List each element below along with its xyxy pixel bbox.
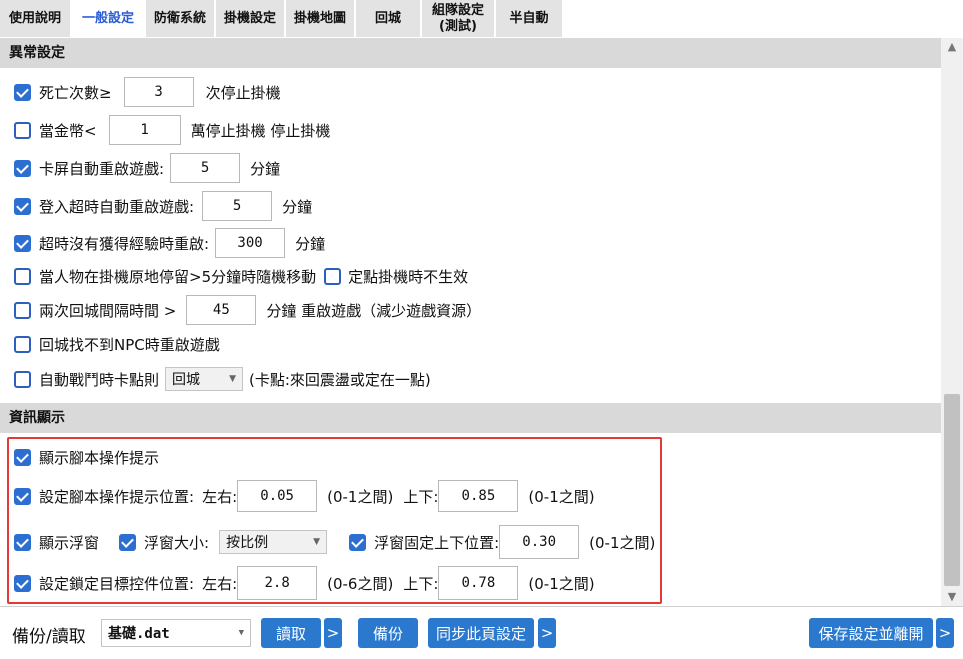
chevron-down-icon: ▼ (229, 374, 237, 384)
read-more-button[interactable]: > (324, 618, 342, 648)
sync-page-button[interactable]: 同步此頁設定 (428, 618, 534, 648)
fixed-point-label: 定點掛機時不生效 (348, 267, 469, 286)
idle-move-checkbox[interactable] (14, 267, 31, 285)
gold-row: 當金幣< 1 萬停止掛機 停止掛機 (14, 114, 330, 146)
backup-button[interactable]: 備份 (358, 618, 418, 648)
no-exp-label: 超時沒有獲得經驗時重啟: (39, 234, 210, 253)
stuck-restart-input[interactable]: 5 (170, 153, 241, 183)
no-exp-checkbox[interactable] (14, 234, 31, 252)
tab-afk-map[interactable]: 掛機地圖 (286, 0, 354, 37)
tab-defense-system[interactable]: 防衛系統 (146, 0, 214, 37)
no-exp-suffix: 分鐘 (295, 234, 326, 253)
login-timeout-input[interactable]: 5 (202, 191, 273, 221)
stuck-restart-row: 卡屏自動重啟遊戲: 5 分鐘 (14, 152, 280, 184)
tab-party-settings[interactable]: 組隊設定 (測試) (422, 0, 494, 37)
combat-stuck-suffix: (卡點:來回震盪或定在一點) (249, 370, 431, 389)
read-button[interactable]: 讀取 (261, 618, 321, 648)
idle-move-label: 當人物在掛機原地停留>5分鐘時隨機移動 (39, 267, 317, 286)
town-interval-label: 兩次回城間隔時間 > (39, 301, 177, 320)
scrollbar-thumb[interactable] (944, 394, 960, 586)
highlight-box (7, 437, 662, 604)
no-exp-input[interactable]: 300 (215, 228, 286, 258)
gold-input[interactable]: 1 (108, 115, 181, 145)
stuck-restart-label: 卡屏自動重啟遊戲: (39, 159, 165, 178)
tab-general-settings[interactable]: 一般設定 (72, 0, 144, 37)
login-timeout-label: 登入超時自動重啟遊戲: (39, 197, 195, 216)
sync-more-button[interactable]: > (538, 618, 556, 648)
tab-semi-auto[interactable]: 半自動 (496, 0, 562, 37)
tab-bar: 使用說明 一般設定 防衛系統 掛機設定 掛機地圖 回城 組隊設定 (測試) 半自… (0, 0, 963, 38)
combat-stuck-row: 自動戰鬥時卡點則 回城 ▼ (卡點:來回震盪或定在一點) (14, 363, 431, 395)
death-count-input[interactable]: 3 (123, 77, 194, 107)
save-more-button[interactable]: > (936, 618, 954, 648)
gold-checkbox[interactable] (14, 121, 31, 139)
gold-suffix: 萬停止掛機 停止掛機 (190, 121, 331, 140)
footer-bar: 備份/讀取 基礎.dat ▼ 讀取 > 備份 同步此頁設定 > 保存設定並離開 … (0, 606, 963, 659)
login-timeout-checkbox[interactable] (14, 197, 31, 215)
stuck-restart-suffix: 分鐘 (250, 159, 281, 178)
death-count-label: 死亡次數≥ (39, 83, 112, 102)
file-select-value: 基礎.dat (108, 626, 170, 642)
npc-restart-label: 回城找不到NPC時重啟遊戲 (39, 335, 220, 354)
combat-stuck-select-value: 回城 (172, 372, 201, 388)
death-count-row: 死亡次數≥ 3 次停止掛機 (14, 76, 281, 108)
vertical-scrollbar[interactable]: ▲ ▼ (941, 38, 963, 606)
idle-move-row: 當人物在掛機原地停留>5分鐘時隨機移動 定點掛機時不生效 (14, 260, 468, 292)
file-select[interactable]: 基礎.dat ▼ (101, 619, 251, 647)
fixed-point-checkbox[interactable] (324, 267, 342, 285)
settings-scroll-area: 異常設定 死亡次數≥ 3 次停止掛機 當金幣< 1 萬停止掛機 停止掛機 卡屏自… (0, 38, 941, 606)
combat-stuck-label: 自動戰鬥時卡點則 (39, 370, 160, 389)
combat-stuck-checkbox[interactable] (14, 370, 31, 388)
town-interval-suffix: 分鐘 重啟遊戲（減少遊戲資源） (266, 301, 482, 320)
login-timeout-suffix: 分鐘 (282, 197, 313, 216)
tab-usage[interactable]: 使用說明 (0, 0, 70, 37)
town-interval-checkbox[interactable] (14, 301, 31, 319)
gold-label: 當金幣< (39, 121, 97, 140)
tab-afk-settings[interactable]: 掛機設定 (216, 0, 284, 37)
town-interval-input[interactable]: 45 (186, 295, 257, 325)
no-exp-row: 超時沒有獲得經驗時重啟: 300 分鐘 (14, 227, 325, 259)
town-interval-row: 兩次回城間隔時間 > 45 分鐘 重啟遊戲（減少遊戲資源） (14, 294, 481, 326)
chevron-down-icon[interactable]: ▼ (941, 588, 963, 606)
death-count-suffix: 次停止掛機 (205, 83, 281, 102)
npc-restart-checkbox[interactable] (14, 335, 31, 353)
npc-restart-row: 回城找不到NPC時重啟遊戲 (14, 328, 220, 360)
section-info-header: 資訊顯示 (0, 403, 941, 433)
tab-return-town[interactable]: 回城 (356, 0, 420, 37)
chevron-up-icon[interactable]: ▲ (941, 38, 963, 56)
backup-load-label: 備份/讀取 (12, 627, 86, 647)
login-timeout-row: 登入超時自動重啟遊戲: 5 分鐘 (14, 190, 312, 222)
combat-stuck-select[interactable]: 回城 ▼ (165, 367, 244, 391)
stuck-restart-checkbox[interactable] (14, 159, 31, 177)
save-exit-button[interactable]: 保存設定並離開 (809, 618, 933, 648)
death-count-checkbox[interactable] (14, 83, 31, 101)
section-abnormal-header: 異常設定 (0, 38, 941, 68)
chevron-down-icon: ▼ (238, 628, 244, 638)
